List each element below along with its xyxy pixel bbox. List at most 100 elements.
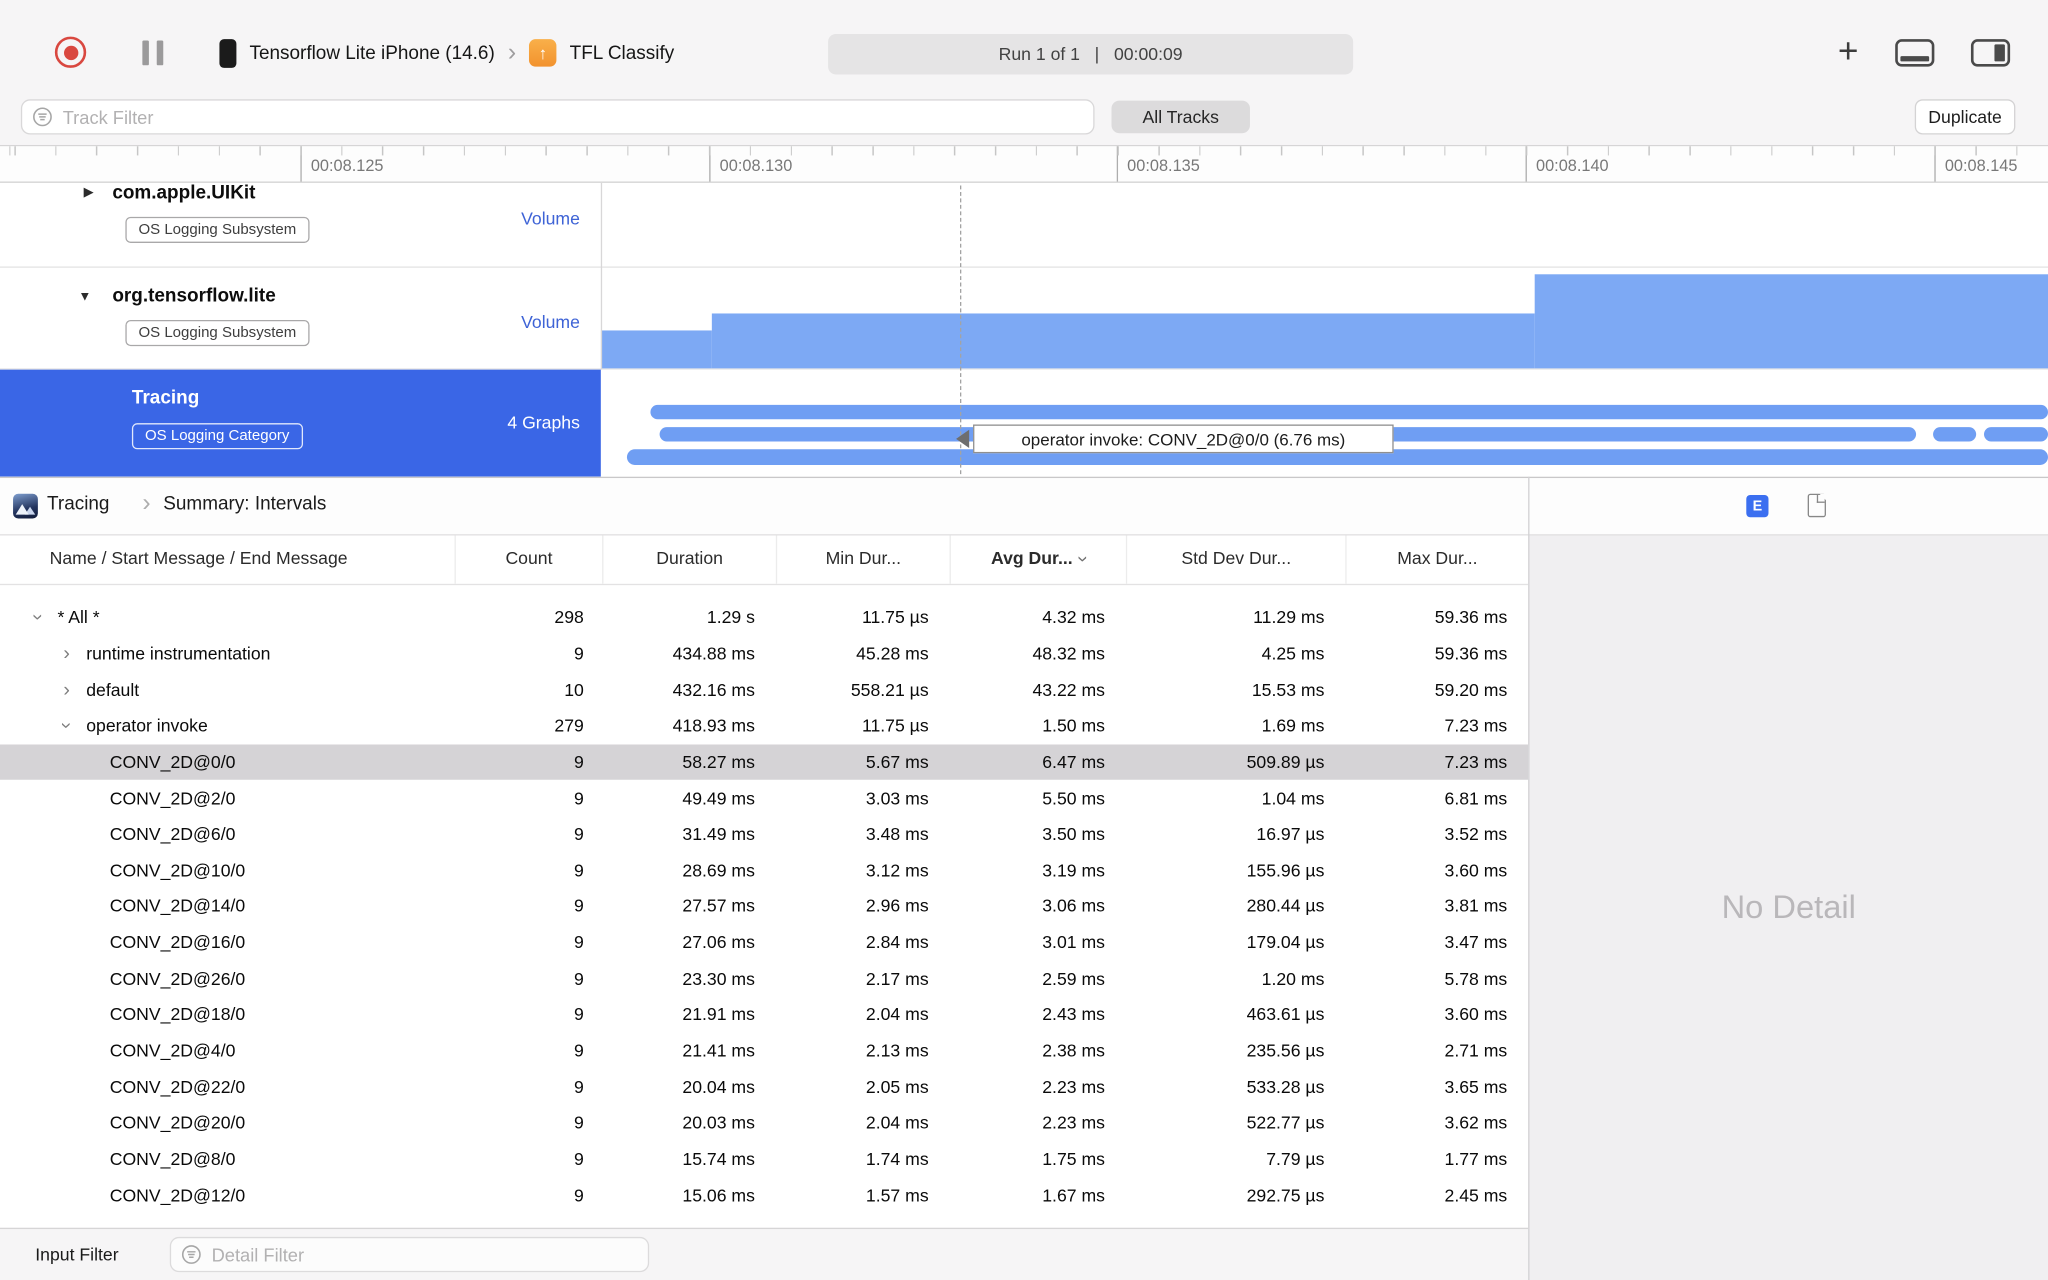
track-filter-input[interactable] — [60, 105, 1083, 129]
disclosure-triangle-icon[interactable]: ▶ — [84, 185, 94, 199]
table-row[interactable]: CONV_2D@4/0 9 21.41 ms 2.13 ms 2.38 ms 235.56… — [0, 1033, 1528, 1069]
row-duration: 418.93 ms — [672, 716, 755, 736]
row-count: 9 — [574, 968, 584, 989]
table-row[interactable]: CONV_2D@12/0 9 15.06 ms 1.57 ms 1.67 ms 292.7… — [0, 1177, 1528, 1213]
table-row[interactable]: CONV_2D@16/0 9 27.06 ms 2.84 ms 3.01 ms 179.0… — [0, 924, 1528, 960]
row-count: 9 — [574, 1077, 584, 1097]
table-row[interactable]: CONV_2D@6/0 9 31.49 ms 3.48 ms 3.50 ms 16.97 … — [0, 816, 1528, 852]
row-duration: 432.16 ms — [672, 679, 755, 700]
row-count: 9 — [574, 896, 584, 917]
row-avg: 2.23 ms — [1042, 1077, 1105, 1097]
table-row[interactable]: CONV_2D@26/0 9 23.30 ms 2.17 ms 2.59 ms 1.20 … — [0, 961, 1528, 997]
track-header[interactable]: ▼ org.tensorflow.lite OS Logging Subsyst… — [0, 268, 601, 369]
row-duration: 27.57 ms — [682, 896, 755, 917]
instruments-window: Tensorflow Lite iPhone (14.6) › ↑ TFL Cl… — [0, 0, 2048, 1280]
detail-split-divider[interactable] — [1528, 476, 1530, 1280]
disclosure-chevron-icon[interactable]: › — [27, 608, 49, 628]
table-row[interactable]: CONV_2D@20/0 9 20.03 ms 2.04 ms 2.23 ms 522.7… — [0, 1105, 1528, 1141]
track-header[interactable]: ▶ com.apple.UIKit OS Logging Subsystem V… — [0, 183, 601, 267]
row-duration: 15.06 ms — [682, 1185, 755, 1205]
track-lane[interactable] — [601, 183, 2048, 267]
row-name-cell: CONV_2D@26/0 — [0, 969, 455, 989]
column-header-count[interactable]: Count — [454, 535, 603, 584]
time-ruler[interactable]: 00:08.125 00:08.130 00:08.135 00:08.140 … — [0, 146, 2048, 183]
pause-icon — [156, 40, 164, 66]
row-duration: 23.30 ms — [682, 968, 755, 989]
row-max: 59.20 ms — [1434, 679, 1508, 700]
breadcrumb-instrument[interactable]: Tracing — [47, 494, 109, 515]
disclosure-chevron-icon[interactable]: › — [56, 716, 78, 736]
volume-bar — [600, 330, 712, 369]
disclosure-chevron-icon[interactable]: › — [52, 644, 81, 664]
duplicate-button[interactable]: Duplicate — [1914, 99, 2016, 135]
table-row[interactable]: › * All * 298 1.29 s 11.75 µs 4.32 ms 11.29 ms… — [0, 600, 1528, 636]
table-row[interactable]: CONV_2D@8/0 9 15.74 ms 1.74 ms 1.75 ms 7.79 µ… — [0, 1141, 1528, 1177]
column-header-avg[interactable]: Avg Dur...› — [949, 535, 1126, 584]
extended-detail-button[interactable]: E — [1746, 495, 1769, 518]
no-detail-text: No Detail — [1721, 888, 1856, 926]
table-row[interactable]: CONV_2D@22/0 9 20.04 ms 2.05 ms 2.23 ms 533.2… — [0, 1069, 1528, 1105]
row-name: runtime instrumentation — [86, 643, 271, 664]
row-name: CONV_2D@20/0 — [109, 1113, 246, 1133]
track-row-tracing[interactable]: Tracing OS Logging Category 4 Graphs ope… — [0, 369, 2048, 477]
column-header-max[interactable]: Max Dur... — [1345, 535, 1528, 584]
record-button[interactable] — [54, 36, 87, 68]
toggle-bottom-panel-button[interactable] — [1895, 39, 1935, 67]
track-lane[interactable]: operator invoke: CONV_2D@0/0 (6.76 ms) — [601, 370, 2048, 477]
column-header-stddev[interactable]: Std Dev Dur... — [1125, 535, 1345, 584]
table-row[interactable]: CONV_2D@10/0 9 28.69 ms 3.12 ms 3.19 ms 155.9… — [0, 852, 1528, 888]
row-name-cell: CONV_2D@14/0 — [0, 897, 455, 917]
target-chooser[interactable]: Tensorflow Lite iPhone (14.6) › ↑ TFL Cl… — [219, 38, 674, 68]
table-row[interactable]: CONV_2D@18/0 9 21.91 ms 2.04 ms 2.43 ms 463.6… — [0, 997, 1528, 1033]
row-min: 2.84 ms — [865, 932, 929, 953]
track-header-selected[interactable]: Tracing OS Logging Category 4 Graphs — [0, 369, 601, 477]
row-avg: 1.50 ms — [1042, 716, 1105, 736]
row-name: CONV_2D@8/0 — [109, 1149, 236, 1169]
track-header-divider — [600, 182, 603, 370]
row-avg: 43.22 ms — [1032, 679, 1105, 700]
row-name: CONV_2D@0/0 — [109, 752, 236, 772]
row-std: 522.77 µs — [1246, 1113, 1325, 1133]
row-max: 3.65 ms — [1444, 1077, 1508, 1097]
row-avg: 1.75 ms — [1042, 1149, 1105, 1169]
table-row[interactable]: CONV_2D@0/0 9 58.27 ms 5.67 ms 6.47 ms 509.89… — [0, 743, 1529, 781]
input-filter-label[interactable]: Input Filter — [35, 1229, 118, 1280]
row-avg: 3.50 ms — [1042, 824, 1105, 844]
row-name: * All * — [57, 607, 100, 628]
track-row-uikit[interactable]: ▶ com.apple.UIKit OS Logging Subsystem V… — [0, 183, 2048, 268]
toggle-right-panel-button[interactable] — [1970, 39, 2011, 67]
detail-filter-field — [169, 1236, 650, 1273]
track-row-tensorflow[interactable]: ▼ org.tensorflow.lite OS Logging Subsyst… — [0, 268, 2048, 370]
document-icon[interactable] — [1807, 493, 1827, 518]
track-lane[interactable] — [600, 268, 2048, 369]
table-row[interactable]: › default 10 432.16 ms 558.21 µs 43.22 ms 15.5… — [0, 672, 1528, 708]
table-row[interactable]: › runtime instrumentation 9 434.88 ms 45.28 … — [0, 636, 1528, 672]
device-name: Tensorflow Lite iPhone (14.6) — [249, 42, 495, 64]
volume-bar — [711, 313, 1535, 369]
column-header-name[interactable]: Name / Start Message / End Message — [0, 536, 455, 584]
table-row[interactable]: CONV_2D@2/0 9 49.49 ms 3.03 ms 5.50 ms 1.04 m… — [0, 780, 1528, 816]
row-avg: 48.32 ms — [1032, 643, 1105, 664]
row-min: 2.13 ms — [865, 1040, 929, 1061]
row-std: 292.75 µs — [1246, 1185, 1325, 1205]
row-duration: 31.49 ms — [682, 824, 755, 844]
intervals-rows: › * All * 298 1.29 s 11.75 µs 4.32 ms 11.29 ms… — [0, 585, 1529, 1213]
column-header-min[interactable]: Min Dur... — [775, 535, 950, 584]
all-tracks-button[interactable]: All Tracks — [1111, 100, 1250, 134]
breadcrumb-page[interactable]: Summary: Intervals — [163, 494, 326, 515]
table-row[interactable]: › operator invoke 279 418.93 ms 11.75 µs 1.50… — [0, 708, 1528, 744]
pause-button[interactable] — [142, 40, 168, 66]
row-name-cell: CONV_2D@18/0 — [0, 1005, 455, 1025]
detail-toolbar: Tracing › Summary: Intervals E — [0, 476, 2048, 536]
disclosure-chevron-icon[interactable]: › — [52, 680, 81, 700]
disclosure-triangle-icon[interactable]: ▼ — [78, 290, 91, 304]
detail-filter-input[interactable] — [208, 1242, 638, 1267]
row-max: 2.71 ms — [1444, 1040, 1508, 1061]
row-name: CONV_2D@6/0 — [109, 824, 236, 844]
add-instrument-button[interactable]: + — [1829, 29, 1868, 73]
row-duration: 1.29 s — [706, 607, 755, 628]
table-row[interactable]: CONV_2D@14/0 9 27.57 ms 2.96 ms 3.06 ms 280.4… — [0, 888, 1528, 924]
column-header-duration[interactable]: Duration — [602, 535, 776, 584]
row-avg: 4.32 ms — [1042, 607, 1105, 628]
row-name-cell: CONV_2D@8/0 — [0, 1149, 455, 1169]
